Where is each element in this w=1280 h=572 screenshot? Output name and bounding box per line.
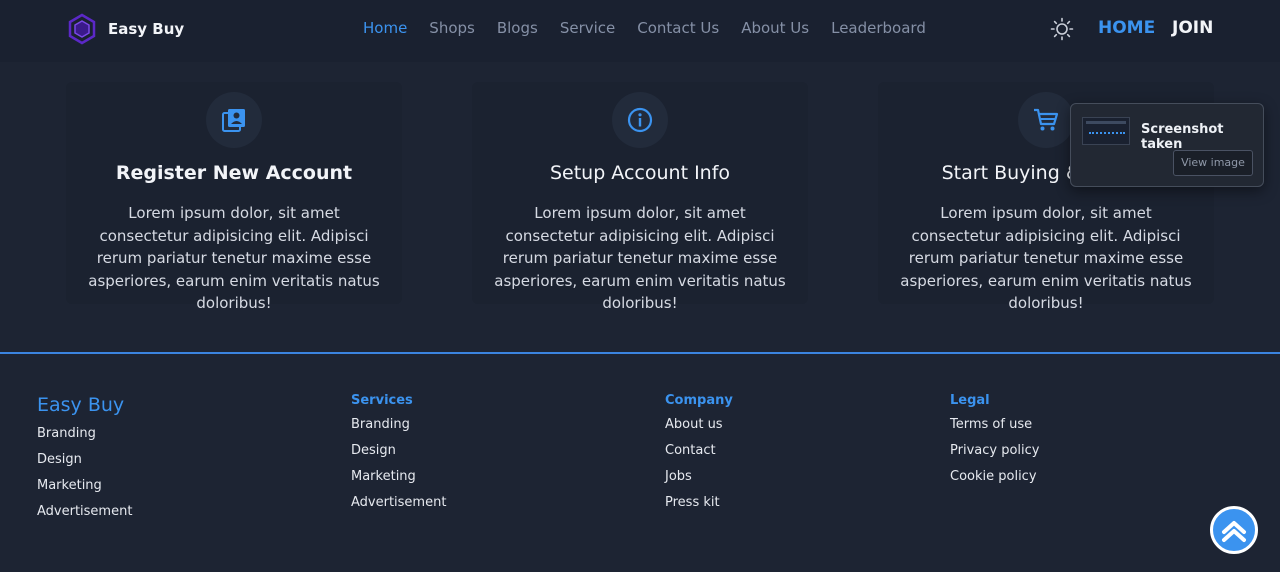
nav-contact-us[interactable]: Contact Us [637, 19, 719, 37]
step-title: Setup Account Info [549, 162, 731, 184]
footer-legal-column: Legal Terms of use Privacy policy Cookie… [950, 393, 1039, 490]
footer-link[interactable]: Marketing [37, 473, 132, 499]
footer-link[interactable]: Design [37, 447, 132, 473]
view-image-button[interactable]: View image [1173, 150, 1253, 176]
step-description: Lorem ipsum dolor, sit amet consectetur … [900, 204, 1192, 312]
footer-link[interactable]: Press kit [665, 490, 733, 516]
nav-home[interactable]: Home [363, 19, 407, 37]
shopping-cart-icon [1034, 108, 1059, 131]
footer-company-links: About us Contact Jobs Press kit [665, 412, 733, 516]
footer-link[interactable]: Terms of use [950, 412, 1039, 438]
footer-link[interactable]: Contact [665, 438, 733, 464]
footer-heading: Services [351, 393, 413, 408]
footer-link[interactable]: Advertisement [37, 499, 132, 525]
footer-brand-links: Branding Design Marketing Advertisement [37, 421, 132, 525]
top-navbar: Easy Buy Home Shops Blogs Service Contac… [0, 0, 1280, 62]
nav-leaderboard[interactable]: Leaderboard [831, 19, 926, 37]
nav-service[interactable]: Service [560, 19, 615, 37]
footer-legal-links: Terms of use Privacy policy Cookie polic… [950, 412, 1039, 490]
nav-shops[interactable]: Shops [429, 19, 475, 37]
step-icon-badge [1018, 92, 1074, 148]
account-book-icon [222, 109, 245, 132]
footer-link[interactable]: Branding [37, 421, 132, 447]
footer-link[interactable]: Cookie policy [950, 464, 1039, 490]
toast-title: Screenshot taken [1141, 122, 1224, 152]
home-button[interactable]: HOME [1098, 18, 1155, 38]
brand-name: Easy Buy [108, 20, 185, 38]
info-circle-icon [627, 107, 653, 133]
step-icon-badge [612, 92, 668, 148]
step-description: Lorem ipsum dolor, sit amet consectetur … [88, 204, 380, 312]
footer-link[interactable]: Design [351, 438, 446, 464]
scroll-to-top-button[interactable] [1210, 506, 1258, 554]
footer-link[interactable]: Advertisement [351, 490, 446, 516]
nav-blogs[interactable]: Blogs [497, 19, 538, 37]
footer-services-column: Services Branding Design Marketing Adver… [351, 393, 446, 516]
sun-icon[interactable] [1050, 17, 1074, 41]
chevron-up-icon [1222, 521, 1246, 542]
footer-services-links: Branding Design Marketing Advertisement [351, 412, 446, 516]
step-card-register: Register New Account Lorem ipsum dolor, … [66, 82, 402, 312]
step-card-setup: Setup Account Info Lorem ipsum dolor, si… [472, 82, 808, 312]
screenshot-toast: Screenshot taken View image [1070, 103, 1264, 187]
footer-heading: Company [665, 393, 733, 408]
screenshot-thumbnail[interactable] [1082, 117, 1130, 145]
footer-divider [0, 352, 1280, 354]
footer-link[interactable]: About us [665, 412, 733, 438]
footer-brand-column: Easy Buy Branding Design Marketing Adver… [37, 394, 132, 525]
step-description: Lorem ipsum dolor, sit amet consectetur … [494, 204, 786, 312]
step-title: Register New Account [115, 162, 353, 184]
footer-link[interactable]: Privacy policy [950, 438, 1039, 464]
step-icon-badge [206, 92, 262, 148]
footer-heading: Legal [950, 393, 990, 408]
footer-brand[interactable]: Easy Buy [37, 394, 132, 416]
footer-link[interactable]: Marketing [351, 464, 446, 490]
footer-link[interactable]: Jobs [665, 464, 733, 490]
nav-about-us[interactable]: About Us [741, 19, 809, 37]
join-button[interactable]: JOIN [1172, 18, 1213, 38]
hexagon-logo-icon [68, 13, 96, 45]
footer-company-column: Company About us Contact Jobs Press kit [665, 393, 733, 516]
footer-link[interactable]: Branding [351, 412, 446, 438]
brand[interactable]: Easy Buy [68, 13, 184, 45]
main-nav: Home Shops Blogs Service Contact Us Abou… [352, 19, 937, 37]
